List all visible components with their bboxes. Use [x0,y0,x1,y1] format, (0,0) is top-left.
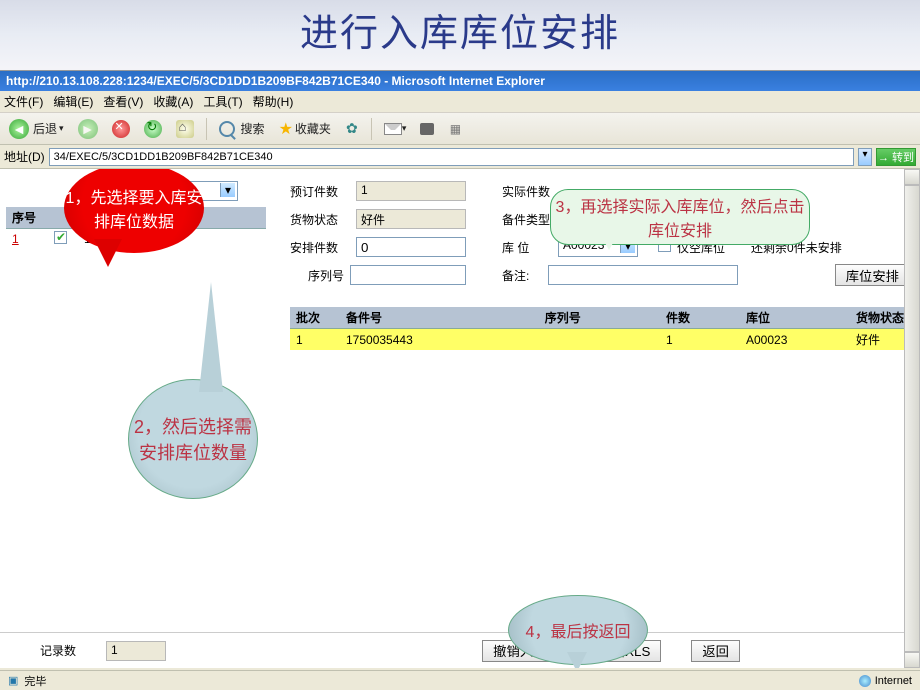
search-icon [219,121,235,137]
zone-text: Internet [875,675,912,687]
history-button[interactable]: ✿ [340,117,364,141]
cell-seq: 1 [6,229,48,250]
col-batch: 批次 [290,307,340,329]
scroll-thumb[interactable] [904,185,920,652]
records-value: 1 [106,641,166,661]
back-button-page[interactable]: 返回 [691,640,740,662]
history-icon: ✿ [346,120,358,137]
chevron-down-icon: ▾ [402,123,407,134]
row-checkbox[interactable]: ✔ [54,231,67,244]
menu-edit[interactable]: 编辑(E) [53,93,93,110]
refresh-icon [144,120,162,138]
back-icon: ◄ [9,119,29,139]
bottom-bar: 记录数 1 撤销入库 导出XLS 返回 [0,632,920,668]
back-button[interactable]: ◄ 后退 ▾ [4,117,69,141]
cell-serial [539,329,660,351]
star-icon: ★ [279,119,293,139]
col-status: 货物状态 [850,307,910,329]
home-button[interactable] [171,117,199,141]
callout-4: 4，最后按返回 [508,595,648,665]
vertical-scrollbar[interactable] [904,169,920,668]
edit-icon: ▦ [450,122,461,136]
menu-tools[interactable]: 工具(T) [203,93,242,110]
ie-titlebar: http://210.13.108.228:1234/EXEC/5/3CD1DD… [0,71,920,91]
col-seq: 序号 [6,207,48,229]
divider [206,118,207,140]
cell-loc: A00023 [740,329,850,351]
cell-status: 好件 [850,329,910,351]
chevron-down-icon: ▾ [59,123,64,134]
mail-button[interactable]: ▾ [379,117,412,141]
callout-3: 3，再选择实际入库库位，然后点击 库位安排 [550,189,810,245]
scroll-down-icon[interactable] [904,652,920,668]
page-content: 序号 合同号 1 ✔ 1750035443 预订件数 1 实际件数 货物状态 [0,169,920,668]
loc-label: 库 位 [502,239,552,256]
serial-label: 序列号 [290,267,344,284]
zone-indicator: Internet [859,675,912,687]
edit-button[interactable]: ▦ [443,117,467,141]
col-loc: 库位 [740,307,850,329]
col-qty: 件数 [660,307,740,329]
ie-window: http://210.13.108.228:1234/EXEC/5/3CD1DD… [0,70,920,690]
slide-title: 进行入库库位安排 [0,2,920,57]
arrange-button[interactable]: 库位安排 [835,264,910,286]
search-button[interactable]: 搜索 [214,117,270,141]
address-input[interactable] [49,148,854,166]
status-flag-icon: ▣ [8,674,18,687]
home-icon [176,120,194,138]
records-label: 记录数 [40,642,76,659]
grid-row[interactable]: 1 1750035443 1 A00023 好件 [290,329,910,351]
menu-fav[interactable]: 收藏(A) [153,93,193,110]
ie-addressbar: 地址(D) ▾ → 转到 [0,145,920,169]
mail-icon [384,123,402,135]
stop-icon [112,120,130,138]
remark-label: 备注: [502,267,542,284]
menu-view[interactable]: 查看(V) [103,93,143,110]
status-value: 好件 [356,209,466,229]
cell-batch: 1 [290,329,340,351]
back-label: 后退 [33,120,57,137]
search-label: 搜索 [241,120,265,137]
cell-qty: 1 [660,329,740,351]
ie-title-text: http://210.13.108.228:1234/EXEC/5/3CD1DD… [6,74,545,88]
print-button[interactable] [415,117,439,141]
menu-file[interactable]: 文件(F) [4,93,43,110]
callout-2: 2，然后选择需安排库位数量 [128,379,258,499]
cell-spare: 1750035443 [340,329,539,351]
col-spare-no: 备件号 [340,307,539,329]
ie-statusbar: ▣ 完毕 Internet [0,670,920,690]
ie-toolbar: ◄ 后退 ▾ ► 搜索 ★ 收藏夹 ✿ ▾ ▦ [0,113,920,145]
reserved-label: 预订件数 [290,183,350,200]
ie-menubar[interactable]: 文件(F) 编辑(E) 查看(V) 收藏(A) 工具(T) 帮助(H) [0,91,920,113]
col-serial: 序列号 [539,307,660,329]
addr-label: 地址(D) [4,148,45,165]
print-icon [420,123,434,135]
dropdown-icon[interactable]: ▾ [858,148,872,166]
stop-button[interactable] [107,117,135,141]
refresh-button[interactable] [139,117,167,141]
fav-label: 收藏夹 [295,120,331,137]
divider [371,118,372,140]
scroll-up-icon[interactable] [904,169,920,185]
remark-input[interactable] [548,265,738,285]
reserved-value: 1 [356,181,466,201]
status-label: 货物状态 [290,211,350,228]
arrange-qty-input[interactable] [356,237,466,257]
menu-help[interactable]: 帮助(H) [253,93,294,110]
globe-icon [859,675,871,687]
serial-input[interactable] [350,265,466,285]
data-grid: 批次 备件号 序列号 件数 库位 货物状态 1 1750035443 1 A00… [290,307,910,350]
favorites-button[interactable]: ★ 收藏夹 [274,117,336,141]
go-button[interactable]: → 转到 [876,148,916,166]
status-text: 完毕 [24,673,46,689]
forward-icon: ► [78,119,98,139]
arrange-qty-label: 安排件数 [290,239,350,256]
forward-button[interactable]: ► [73,117,103,141]
